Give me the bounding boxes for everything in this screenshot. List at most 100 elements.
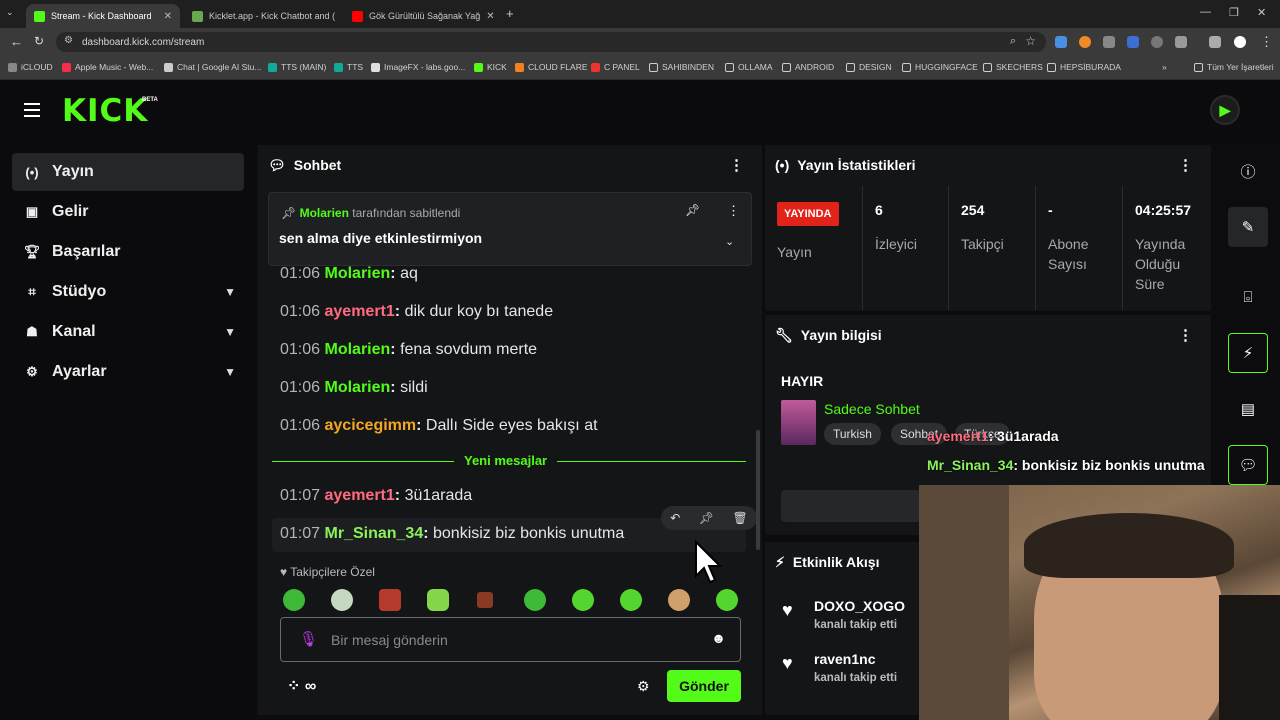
lightning-icon[interactable]: ⚡︎ (1228, 333, 1268, 373)
user-avatar[interactable]: ▶ (1210, 95, 1240, 125)
extensions-puzzle-icon[interactable] (1175, 36, 1187, 48)
extension-icon[interactable] (1151, 36, 1163, 48)
bookmark-folder[interactable]: HUGGINGFACE (902, 62, 978, 72)
site-info-icon[interactable]: ⚙ (64, 35, 73, 46)
reload-icon[interactable]: ↻ (34, 34, 44, 48)
chevron-down-icon[interactable]: ⌄ (725, 235, 734, 248)
bookmark-folder[interactable]: SAHIBINDEN (649, 62, 714, 72)
bookmark-folder[interactable]: SKECHERS (983, 62, 1043, 72)
profile-icon[interactable] (1234, 36, 1246, 48)
edit-info-button[interactable] (781, 490, 921, 522)
chat-message[interactable]: 01:06 Molarien: fena sovdum merte (280, 341, 537, 359)
category-link[interactable]: Sadece Sohbet (824, 401, 920, 417)
bookmark-item[interactable]: C PANEL (591, 62, 640, 72)
emote[interactable] (620, 589, 642, 611)
chat-username[interactable]: ayemert1 (325, 487, 395, 504)
back-icon[interactable]: ← (10, 34, 23, 49)
emoji-picker-icon[interactable]: ☻ (711, 630, 726, 646)
extension-icon[interactable] (1127, 36, 1139, 48)
hamburger-menu-icon[interactable] (24, 103, 40, 117)
more-bookmarks-icon[interactable]: » (1162, 62, 1167, 72)
chat-message[interactable]: 01:07 ayemert1: 3ü1arada (280, 487, 472, 505)
sidebar-item-basarilar[interactable]: 🏆︎ Başarılar (12, 233, 244, 271)
chat-username[interactable]: Molarien (325, 265, 391, 282)
emote[interactable] (668, 589, 690, 611)
chat-username[interactable]: Mr_Sinan_34 (325, 525, 424, 542)
restore-icon[interactable]: ❐ (1229, 6, 1239, 19)
screenshot-icon[interactable]: ⌻ (1228, 277, 1268, 317)
bookmark-item[interactable]: iCLOUD (8, 62, 53, 72)
chat-message-input[interactable]: 🎙︎ Bir mesaj gönderin ☻ (280, 617, 741, 662)
emote[interactable] (524, 589, 546, 611)
sidebar-item-gelir[interactable]: ▣ Gelir (12, 193, 244, 231)
category-thumbnail[interactable] (781, 400, 816, 445)
sidebar-item-ayarlar[interactable]: ⚙ Ayarlar ▼ (12, 353, 244, 391)
delete-icon[interactable]: 🗑︎ (733, 511, 748, 525)
bookmark-folder[interactable]: ANDROID (782, 62, 834, 72)
chat-username[interactable]: Molarien (325, 341, 391, 358)
stats-options-icon[interactable]: ⋮ (1178, 156, 1193, 174)
emote[interactable] (427, 589, 449, 611)
kick-logo[interactable]: KICK (62, 93, 148, 129)
channel-points-icon[interactable]: ⁘ ∞ (287, 676, 316, 696)
extension-icon[interactable] (1079, 36, 1091, 48)
chat-scrollbar[interactable] (756, 430, 760, 550)
pinned-message[interactable]: 📌︎ Molarien tarafından sabitlendi sen al… (268, 192, 752, 266)
browser-tab-kick-dashboard[interactable]: Stream - Kick Dashboard ✕ (26, 4, 180, 28)
bookmark-folder[interactable]: HEPSİBURADA (1047, 62, 1121, 72)
emote[interactable] (331, 589, 353, 611)
send-button[interactable]: Gönder (667, 670, 741, 702)
chat-username[interactable]: aycicegimm (325, 417, 417, 434)
edit-icon[interactable]: ✎ (1228, 207, 1268, 247)
browser-tab-kicklet[interactable]: Kicklet.app - Kick Chatbot and ( ✕ (184, 4, 340, 28)
info-icon[interactable]: ⓘ (1228, 151, 1268, 191)
emote[interactable] (477, 592, 493, 608)
url-field[interactable]: ⚙ dashboard.kick.com/stream ⌕ ☆ (56, 32, 1046, 52)
extension-icon[interactable] (1055, 36, 1067, 48)
bookmark-item[interactable]: Apple Music - Web... (62, 62, 153, 72)
browser-menu-icon[interactable]: ⋮ (1260, 34, 1273, 50)
microphone-icon[interactable]: 🎙︎ (299, 630, 318, 648)
bookmark-item[interactable]: Chat | Google AI Stu... (164, 62, 261, 72)
sidebar-item-yayin[interactable]: (•) Yayın (12, 153, 244, 191)
chat-bubble-icon[interactable]: 💬︎ (1228, 445, 1268, 485)
chat-message[interactable]: 01:06 Molarien: aq (280, 265, 418, 283)
emote[interactable] (716, 589, 738, 611)
bookmark-item[interactable]: TTS (MAIN) (268, 62, 326, 72)
chat-username[interactable]: Molarien (325, 379, 391, 396)
bookmark-item[interactable]: CLOUD FLARE (515, 62, 588, 72)
bookmark-item[interactable]: ImageFX - labs.goo... (371, 62, 465, 72)
chat-message[interactable]: 01:06 Molarien: sildi (280, 379, 428, 397)
chat-message[interactable]: 01:06 ayemert1: dik dur koy bı tanede (280, 303, 553, 321)
browser-tab-youtube[interactable]: Gök Gürültülü Sağanak Yağ ✕ (344, 4, 500, 28)
all-bookmarks-folder[interactable]: Tüm Yer İşaretleri (1194, 62, 1274, 72)
emote[interactable] (572, 589, 594, 611)
chat-username[interactable]: ayemert1 (325, 303, 395, 320)
bookmark-item[interactable]: TTS (334, 62, 363, 72)
tag-chip[interactable]: Turkish (824, 423, 881, 445)
unpin-icon[interactable]: 📌︎ (685, 203, 700, 217)
emote[interactable] (379, 589, 401, 611)
notes-icon[interactable]: ▤ (1228, 389, 1268, 429)
bookmark-star-icon[interactable]: ☆ (1025, 34, 1036, 48)
chat-options-icon[interactable]: ⋮ (729, 156, 744, 174)
minimize-icon[interactable]: — (1200, 6, 1211, 18)
new-tab-icon[interactable]: + (506, 6, 514, 21)
sidebar-item-kanal[interactable]: ☗ Kanal ▼ (12, 313, 244, 351)
chat-message[interactable]: 01:06 aycicegimm: Dallı Side eyes bakışı… (280, 417, 598, 435)
emote[interactable] (283, 589, 305, 611)
extension-icon[interactable] (1103, 36, 1115, 48)
bookmark-folder[interactable]: DESIGN (846, 62, 892, 72)
reply-icon[interactable]: ↶ (670, 511, 680, 525)
chat-message-hovered[interactable]: 01:07 Mr_Sinan_34: bonkisiz biz bonkis u… (280, 525, 624, 543)
close-window-icon[interactable]: ✕ (1257, 6, 1266, 19)
info-options-icon[interactable]: ⋮ (1178, 326, 1193, 344)
media-control-icon[interactable] (1209, 36, 1221, 48)
chat-settings-icon[interactable]: ⚙ (637, 678, 650, 695)
close-tab-icon[interactable]: ✕ (486, 11, 494, 22)
close-tab-icon[interactable]: ✕ (164, 11, 172, 22)
tab-search-icon[interactable]: ⌄ (6, 7, 14, 18)
zoom-icon[interactable]: ⌕ (1010, 35, 1016, 48)
bookmark-folder[interactable]: OLLAMA (725, 62, 773, 72)
bookmark-item[interactable]: KICK (474, 62, 507, 72)
